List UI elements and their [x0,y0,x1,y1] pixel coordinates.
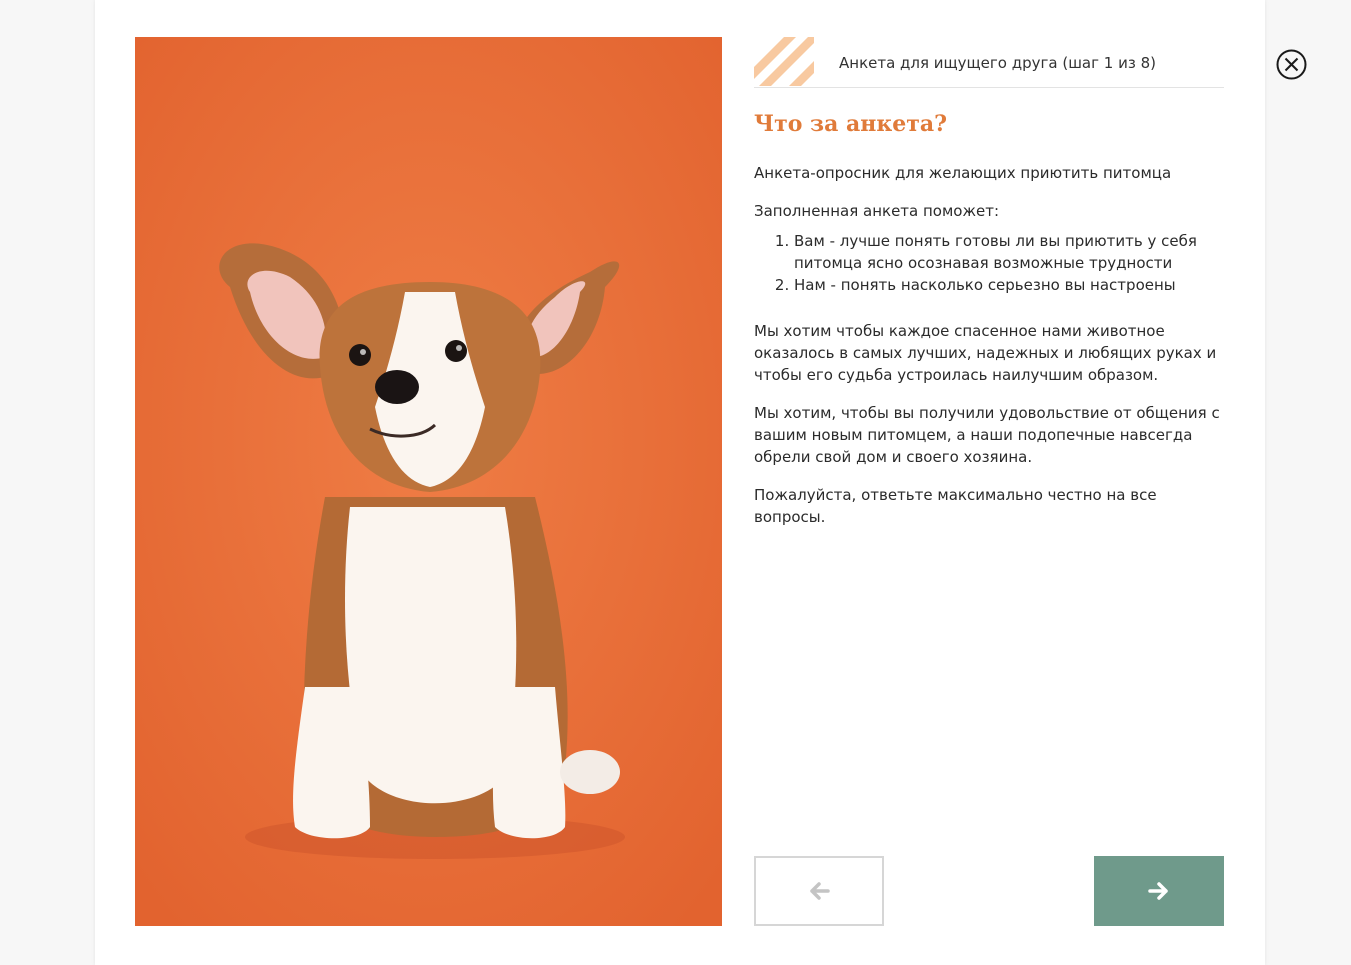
list-item: Нам - понять насколько серьезно вы настр… [794,274,1224,296]
helps-list: Вам - лучше понять готовы ли вы приютить… [754,230,1224,296]
step-header: Анкета для ищущего друга (шаг 1 из 8) [754,37,1224,88]
page-title: Что за анкета? [754,111,948,137]
close-button[interactable] [1276,49,1307,80]
diagonal-stripes-decor [754,37,814,86]
step-indicator: Анкета для ищущего друга (шаг 1 из 8) [839,54,1156,72]
prev-button[interactable] [754,856,884,926]
paragraph-goal: Мы хотим чтобы каждое спасенное нами жив… [754,322,1217,384]
next-button[interactable] [1094,856,1224,926]
info-content: Что за анкета? Анкета-опросник для желаю… [754,108,1224,544]
paragraph-request: Пожалуйста, ответьте максимально честно … [754,486,1157,526]
list-item: Вам - лучше понять готовы ли вы приютить… [794,230,1224,274]
puppy-photo [135,37,722,926]
arrow-right-icon [1148,882,1168,900]
paragraph-wish: Мы хотим, чтобы вы получили удовольствие… [754,404,1220,466]
helps-label: Заполненная анкета поможет: [754,202,1000,220]
close-circle-icon [1276,49,1307,80]
intro-text: Анкета-опросник для желающих приютить пи… [754,164,1172,182]
arrow-left-icon [810,882,830,900]
